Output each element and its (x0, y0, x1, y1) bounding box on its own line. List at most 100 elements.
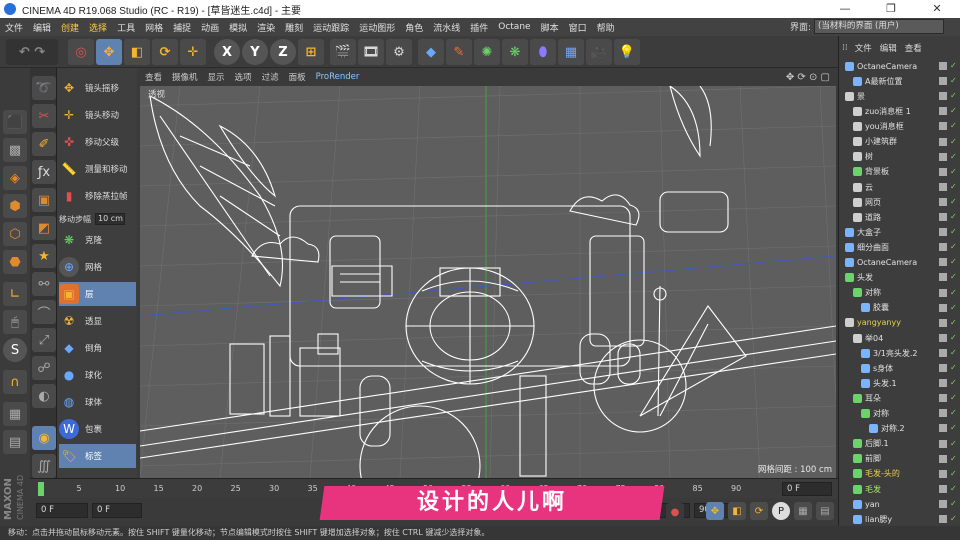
enabled-check-icon[interactable]: ✓ (950, 107, 958, 115)
enabled-check-icon[interactable]: ✓ (950, 273, 958, 281)
object-row[interactable]: 对称.2 ✓ (839, 422, 960, 435)
object-row[interactable]: lian腮y ✓ (839, 513, 960, 526)
render-settings-button[interactable]: ⚙ (386, 39, 412, 65)
star-icon[interactable]: ★ (32, 244, 56, 268)
move-step-value[interactable]: 10 cm (95, 213, 125, 225)
enabled-check-icon[interactable]: ✓ (950, 318, 958, 327)
menu-item[interactable]: 窗口 (564, 21, 592, 34)
enabled-check-icon[interactable]: ✓ (950, 288, 958, 297)
visibility-toggle-icon[interactable] (939, 107, 947, 116)
visibility-toggle-icon[interactable] (939, 92, 947, 101)
box-icon[interactable]: ▣ (32, 188, 56, 212)
visibility-toggle-icon[interactable] (939, 439, 947, 448)
lasso-icon[interactable]: ➰ (32, 76, 56, 100)
menu-item[interactable]: 动画 (196, 21, 224, 34)
enabled-check-icon[interactable]: ✓ (950, 484, 958, 493)
menu-item[interactable]: 选择 (84, 21, 112, 34)
object-row[interactable]: OctaneCamera ✓ (839, 256, 960, 269)
enabled-check-icon[interactable]: ✓ (950, 197, 958, 206)
object-row[interactable]: 前脚 ✓ (839, 453, 960, 466)
minimize-button[interactable]: — (822, 0, 868, 18)
snap-icon[interactable]: S (3, 338, 27, 362)
viewport-menu-camera[interactable]: 摄像机 (167, 71, 203, 83)
object-row[interactable]: 树 ✓ (839, 151, 960, 164)
menu-item[interactable]: 脚本 (536, 21, 564, 34)
visibility-toggle-icon[interactable] (939, 318, 947, 327)
array-button[interactable]: ❋ (502, 39, 528, 65)
visibility-toggle-icon[interactable] (939, 394, 947, 403)
enabled-check-icon[interactable]: ✓ (950, 122, 958, 130)
render-view-button[interactable]: 🎬 (330, 39, 356, 65)
menu-item[interactable]: 编辑 (28, 21, 56, 34)
palette-item-clone[interactable]: ❋ 克隆 (59, 228, 136, 252)
enabled-check-icon[interactable]: ✓ (950, 137, 958, 146)
model-mode-icon[interactable]: ⬛ (3, 110, 27, 134)
visibility-toggle-icon[interactable] (939, 197, 947, 206)
select-tool-button[interactable]: ◎ (68, 39, 94, 65)
enabled-check-icon[interactable]: ✓ (950, 394, 958, 402)
enabled-check-icon[interactable]: ✓ (950, 92, 958, 100)
object-row[interactable]: 细分曲面 ✓ (839, 241, 960, 254)
object-row[interactable]: 对称 ✓ (839, 407, 960, 420)
move-step-field[interactable]: 移动步幅 10 cm (59, 212, 136, 226)
magnet-icon[interactable]: ∩ (3, 370, 27, 394)
object-row[interactable]: 毛发-头的 ✓ (839, 468, 960, 481)
menu-item[interactable]: 模拟 (224, 21, 252, 34)
viewport-menu-panel[interactable]: 面板 (284, 71, 311, 83)
points-mode-icon[interactable]: ⬢ (3, 194, 27, 218)
visibility-toggle-icon[interactable] (939, 213, 947, 221)
scale-tool-button[interactable]: ◧ (124, 39, 150, 65)
visibility-toggle-icon[interactable] (939, 288, 947, 297)
move-tool-button[interactable]: ✥ (96, 39, 122, 65)
enabled-check-icon[interactable]: ✓ (950, 258, 958, 266)
visibility-toggle-icon[interactable] (939, 77, 947, 86)
cube-object-button[interactable]: ◆ (418, 39, 444, 65)
enabled-check-icon[interactable]: ✓ (950, 409, 958, 417)
menu-item[interactable]: 文件 (0, 21, 28, 34)
menu-item[interactable]: Octane (493, 22, 535, 32)
menu-item[interactable]: 帮助 (592, 21, 620, 34)
visibility-toggle-icon[interactable] (939, 499, 947, 508)
menu-item[interactable]: 渲染 (252, 21, 280, 34)
menu-item[interactable]: 流水线 (428, 21, 465, 34)
polygons-mode-icon[interactable]: ⬣ (3, 250, 27, 274)
enabled-check-icon[interactable]: ✓ (950, 424, 958, 432)
enabled-check-icon[interactable]: ✓ (950, 62, 958, 70)
visibility-toggle-icon[interactable] (939, 62, 947, 70)
visibility-toggle-icon[interactable] (939, 409, 947, 418)
tweak-mode-icon[interactable]: 🖱 (3, 310, 27, 334)
visibility-toggle-icon[interactable] (939, 122, 947, 131)
x-axis-button[interactable]: X (214, 39, 240, 65)
palette-item-dolly[interactable]: ✛ 镜头移动 (59, 103, 136, 127)
drag-handle-icon[interactable]: ⁞⁞ (839, 43, 851, 53)
visibility-toggle-icon[interactable] (939, 273, 947, 282)
start-frame-field[interactable]: 0 F (36, 503, 88, 518)
enabled-check-icon[interactable]: ✓ (950, 454, 958, 463)
key-move-icon[interactable]: ✥ (706, 502, 724, 520)
visibility-toggle-icon[interactable] (939, 379, 947, 388)
deformer-button[interactable]: ⬮ (530, 39, 556, 65)
palette-item-grid[interactable]: ⊕ 网格 (59, 255, 136, 279)
palette-item-radiation[interactable]: ☢ 透显 (59, 309, 136, 333)
enabled-check-icon[interactable]: ✓ (950, 77, 958, 85)
object-row[interactable]: 云 ✓ (839, 181, 960, 194)
undo-redo-button[interactable]: ↶ ↷ (6, 39, 58, 65)
key-param-icon[interactable]: P (772, 502, 790, 520)
eye-icon[interactable]: ◉ (32, 426, 56, 450)
object-row[interactable]: 景 ✓ (839, 90, 960, 103)
viewport[interactable]: 透视 网格间距 : 100 cm (140, 86, 836, 478)
key-scale-icon[interactable]: ◧ (728, 502, 746, 520)
object-row[interactable]: s身体 ✓ (839, 362, 960, 375)
z-axis-button[interactable]: Z (270, 39, 296, 65)
twist-icon[interactable]: ⤢ (32, 328, 56, 352)
enabled-check-icon[interactable]: ✓ (950, 364, 958, 372)
lock-workplane-icon[interactable]: ▦ (3, 402, 27, 426)
palette-item-layer[interactable]: ▣ 层 (59, 282, 136, 306)
enabled-check-icon[interactable]: ✓ (950, 228, 958, 236)
visibility-toggle-icon[interactable] (939, 364, 947, 372)
fill-icon[interactable]: ◩ (32, 216, 56, 240)
brush-icon[interactable]: ✐ (32, 132, 56, 156)
visibility-toggle-icon[interactable] (939, 228, 947, 237)
enabled-check-icon[interactable]: ✓ (950, 182, 958, 191)
palette-item-ball[interactable]: ◍ 球体 (59, 390, 136, 414)
